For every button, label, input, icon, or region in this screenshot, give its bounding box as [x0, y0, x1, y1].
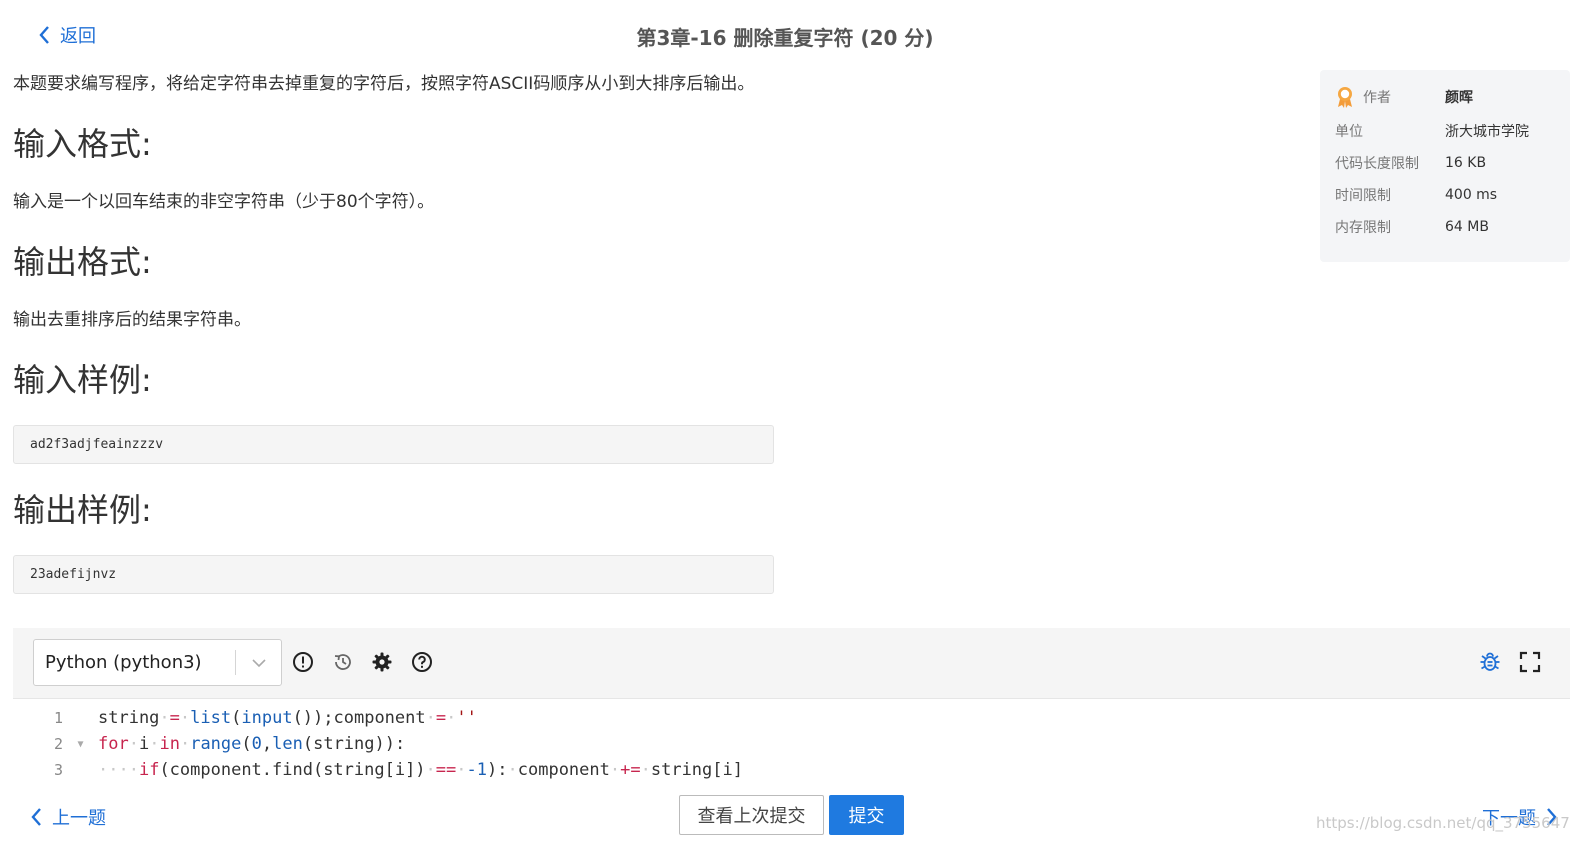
language-select[interactable]: Python (python3) [33, 639, 282, 686]
unit-label: 单位 [1335, 124, 1363, 140]
code-line[interactable]: 1 string·=·list(input());component·=·'' [13, 705, 1570, 731]
code-limit-label: 代码长度限制 [1335, 156, 1419, 172]
info-row-memory-limit: 内存限制 64 MB [1335, 217, 1489, 237]
fullscreen-icon[interactable] [1518, 650, 1542, 674]
problem-content: 本题要求编写程序，将给定字符串去掉重复的字符后，按照字符ASCII码顺序从小到大… [13, 70, 1303, 594]
sample-output-heading: 输出样例: [13, 491, 152, 529]
prev-label: 上一题 [52, 808, 106, 829]
alert-icon[interactable] [291, 650, 315, 674]
history-icon[interactable] [331, 650, 355, 674]
sample-input-heading: 输入样例: [13, 361, 152, 399]
input-format-text: 输入是一个以回车结束的非空字符串（少于80个字符）。 [13, 192, 435, 212]
top-bar: 返回 第3章-16 删除重复字符 (20 分) [0, 0, 1570, 70]
author-value[interactable]: 颜晖 [1445, 87, 1473, 107]
input-format-heading: 输入格式: [13, 125, 152, 163]
help-icon[interactable] [410, 650, 434, 674]
debug-bug-icon[interactable] [1478, 650, 1502, 674]
gear-icon[interactable] [370, 650, 394, 674]
code-line[interactable]: 3 ····if(component.find(string[i])·==·-1… [13, 757, 1570, 783]
fold-arrow-icon[interactable]: ▼ [63, 739, 98, 750]
output-format-heading: 输出格式: [13, 243, 152, 281]
info-row-time-limit: 时间限制 400 ms [1335, 185, 1497, 205]
time-limit-value: 400 ms [1445, 187, 1498, 203]
line-number: 1 [53, 709, 63, 727]
line-number: 2 [53, 735, 63, 753]
code-line[interactable]: 2 ▼ for·i·in·range(0,len(string)): [13, 731, 1570, 757]
memory-limit-value: 64 MB [1445, 219, 1489, 235]
medal-icon [1338, 87, 1352, 108]
view-last-submission-button[interactable]: 查看上次提交 [679, 795, 824, 835]
sample-output-box[interactable]: 23adefijnvz [13, 555, 774, 594]
info-row-unit: 单位 浙大城市学院 [1335, 121, 1529, 141]
time-limit-label: 时间限制 [1335, 188, 1391, 204]
problem-info-panel: 作者 颜晖 单位 浙大城市学院 代码长度限制 16 KB 时间限制 400 ms… [1320, 70, 1570, 262]
submit-button[interactable]: 提交 [829, 795, 904, 835]
info-row-code-limit: 代码长度限制 16 KB [1335, 153, 1486, 173]
output-format-text: 输出去重排序后的结果字符串。 [13, 310, 251, 330]
prev-problem-link[interactable]: 上一题 [28, 804, 106, 830]
code-editor: Python (python3) 1 string·=·list(input()… [13, 628, 1570, 784]
bottom-bar: 上一题 查看上次提交 提交 下一题 https://blog.csdn.net/… [0, 784, 1570, 842]
sample-input-box[interactable]: ad2f3adjfeainzzzv [13, 425, 774, 464]
code-area[interactable]: 1 string·=·list(input());component·=·'' … [13, 698, 1570, 784]
problem-intro: 本题要求编写程序，将给定字符串去掉重复的字符后，按照字符ASCII码顺序从小到大… [13, 74, 755, 94]
code-limit-value: 16 KB [1445, 155, 1487, 171]
editor-toolbar: Python (python3) [13, 628, 1570, 698]
memory-limit-label: 内存限制 [1335, 220, 1391, 236]
chevron-left-icon [31, 808, 41, 826]
chevron-down-icon[interactable] [236, 640, 281, 685]
page-title: 第3章-16 删除重复字符 (20 分) [636, 26, 934, 50]
watermark: https://blog.csdn.net/qq_37556470 [1316, 814, 1570, 832]
line-number: 3 [53, 761, 63, 779]
unit-value: 浙大城市学院 [1445, 124, 1529, 140]
language-value: Python (python3) [45, 652, 202, 673]
author-label: 作者 [1363, 90, 1391, 106]
info-row-author: 作者 颜晖 [1335, 86, 1473, 108]
